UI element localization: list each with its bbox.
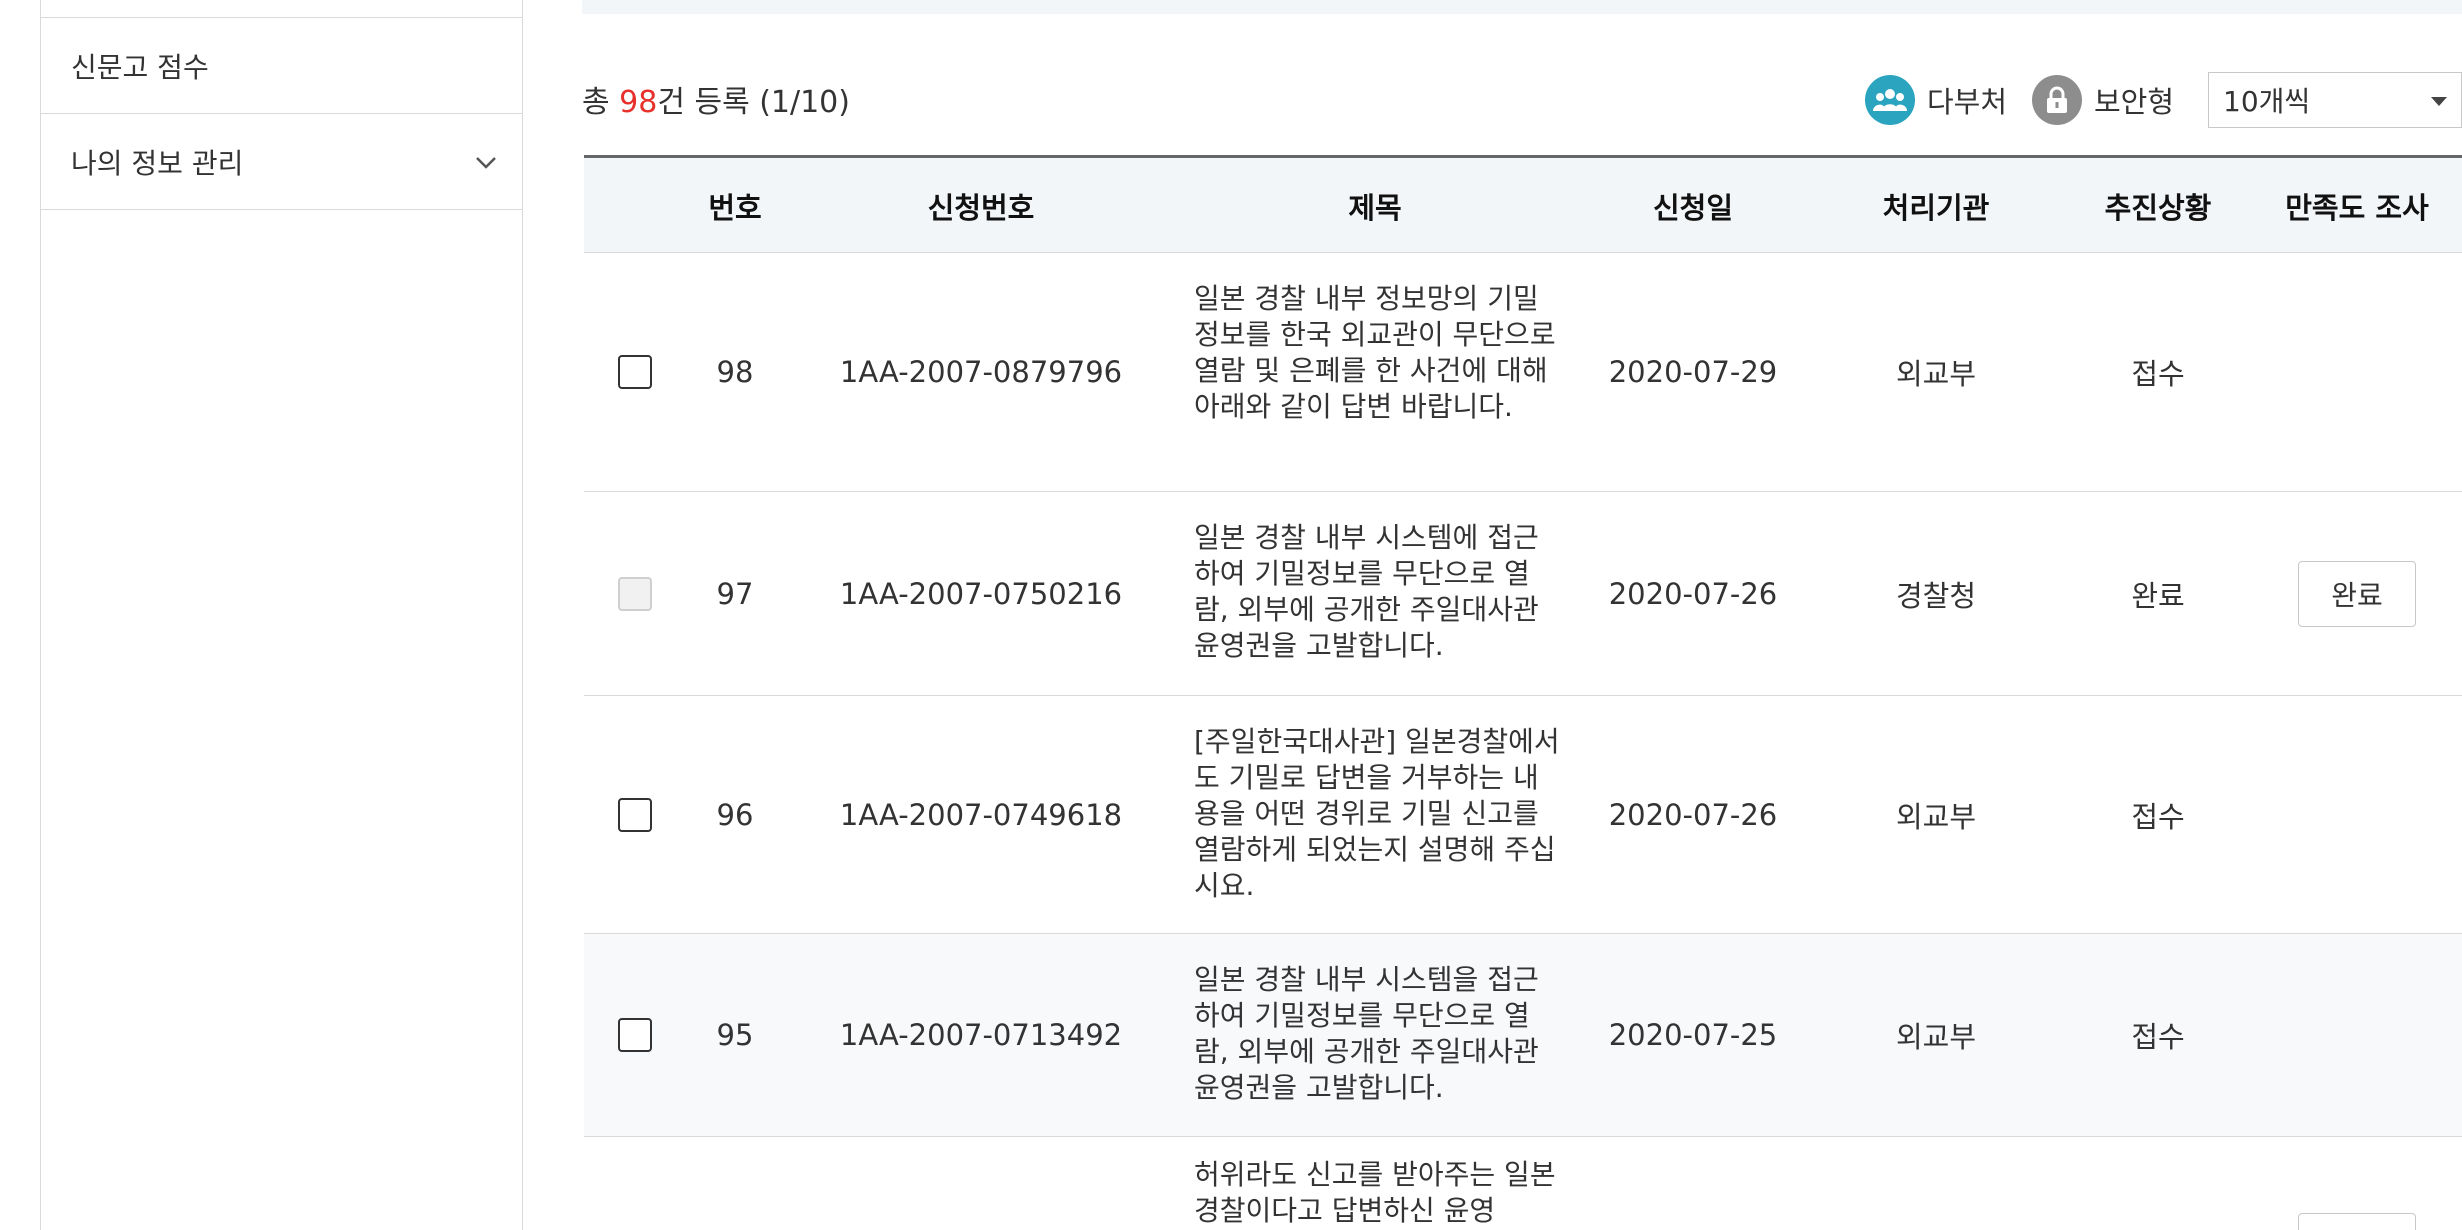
- row-application-number: 1AA-2007-0713492: [839, 1018, 1123, 1052]
- row-number: 97: [716, 576, 754, 611]
- row-checkbox-disabled: [618, 576, 652, 611]
- row-checkbox[interactable]: [618, 355, 652, 389]
- row-application-number: 1AA-2007-0750216: [839, 576, 1123, 611]
- chevron-down-icon[interactable]: [474, 150, 498, 174]
- row-application-number: 1AA-2007-0879796: [839, 355, 1123, 389]
- row-title-link[interactable]: [주일한국대사관] 일본경찰에서도 기밀로 답변을 거부하는 내용을 어떤 경위…: [1194, 724, 1564, 904]
- row-agency: 경찰청: [1895, 578, 1977, 613]
- multi-agency-icon: [1865, 75, 1915, 125]
- row-date: 2020-07-26: [1608, 797, 1778, 832]
- row-status: 접수: [2131, 1020, 2185, 1054]
- sidebar-item-label: 나의 정보 관리: [71, 146, 244, 180]
- row-title-link[interactable]: 일본 경찰 내부 정보망의 기밀정보를 한국 외교관이 무단으로 열람 및 은폐…: [1194, 281, 1564, 425]
- row-date: 2020-07-29: [1608, 355, 1778, 389]
- summary-suffix: 건 등록 (1/10): [657, 85, 850, 120]
- row-checkbox[interactable]: [618, 1018, 652, 1052]
- row-agency: 외교부: [1895, 799, 1977, 834]
- header-application-number: 신청번호: [927, 190, 1035, 225]
- row-number: 96: [716, 797, 754, 832]
- header-survey: 만족도 조사: [2285, 190, 2429, 225]
- survey-button-partial[interactable]: [2298, 1213, 2416, 1230]
- row-title-link[interactable]: 허위라도 신고를 받아주는 일본경찰이다고 답변하신 윤영: [1194, 1157, 1564, 1229]
- legend-multi-label: 다부처: [1927, 85, 2008, 119]
- row-checkbox[interactable]: [618, 797, 652, 832]
- application-table: 번호 신청번호 제목 신청일 처리기관 추진상황 만족도 조사 98 1AA-2…: [584, 155, 2462, 1230]
- dropdown-caret-icon: [2431, 97, 2447, 106]
- row-number: 98: [716, 355, 754, 389]
- result-summary: 총 98건 등록 (1/10): [582, 77, 850, 121]
- result-count: 98: [619, 85, 658, 120]
- row-title-link[interactable]: 일본 경찰 내부 시스템을 접근하여 기밀정보를 무단으로 열람, 외부에 공개…: [1194, 962, 1564, 1106]
- row-status: 접수: [2131, 357, 2185, 391]
- row-application-number: 1AA-2007-0749618: [839, 797, 1123, 832]
- sidebar-item-score[interactable]: 신문고 점수: [41, 18, 522, 114]
- header-status: 추진상황: [2104, 190, 2212, 225]
- sidebar-item-my-info[interactable]: 나의 정보 관리: [41, 114, 522, 210]
- legend-secure-label: 보안형: [2094, 85, 2175, 119]
- summary-prefix: 총: [582, 85, 620, 120]
- table-row: 98 1AA-2007-0879796 일본 경찰 내부 정보망의 기밀정보를 …: [584, 253, 2462, 492]
- row-number: 95: [716, 1018, 754, 1052]
- sidebar-item-previous[interactable]: [41, 0, 522, 18]
- row-agency: 외교부: [1895, 1020, 1977, 1054]
- row-status: 완료: [2131, 578, 2185, 613]
- page-size-value: 10개씩: [2223, 85, 2311, 118]
- header-number: 번호: [708, 190, 762, 225]
- table-row-partial: 허위라도 신고를 받아주는 일본경찰이다고 답변하신 윤영: [584, 1137, 2462, 1230]
- page-size-select[interactable]: 10개씩: [2208, 72, 2462, 128]
- row-date: 2020-07-25: [1608, 1018, 1778, 1052]
- row-date: 2020-07-26: [1608, 576, 1778, 611]
- top-strip: [582, 0, 2462, 14]
- table-row: 97 1AA-2007-0750216 일본 경찰 내부 시스템에 접근하여 기…: [584, 492, 2462, 696]
- sidebar-item-label: 신문고 점수: [71, 50, 209, 84]
- row-status: 접수: [2131, 799, 2185, 834]
- header-agency: 처리기관: [1882, 190, 1990, 225]
- legend-secure: 보안형: [2032, 74, 2174, 126]
- header-date: 신청일: [1652, 190, 1734, 225]
- row-agency: 외교부: [1895, 357, 1977, 391]
- row-title-link[interactable]: 일본 경찰 내부 시스템에 접근하여 기밀정보를 무단으로 열람, 외부에 공개…: [1194, 520, 1564, 664]
- header-title: 제목: [1348, 190, 1402, 225]
- sidebar: 신문고 점수 나의 정보 관리: [40, 0, 523, 1230]
- legend-multi-agency: 다부처: [1865, 74, 2007, 126]
- survey-complete-button[interactable]: 완료: [2298, 560, 2416, 627]
- lock-icon: [2032, 75, 2082, 125]
- table-row: 95 1AA-2007-0713492 일본 경찰 내부 시스템을 접근하여 기…: [584, 934, 2462, 1137]
- table-header: 번호 신청번호 제목 신청일 처리기관 추진상황 만족도 조사: [584, 155, 2462, 253]
- table-row: 96 1AA-2007-0749618 [주일한국대사관] 일본경찰에서도 기밀…: [584, 696, 2462, 934]
